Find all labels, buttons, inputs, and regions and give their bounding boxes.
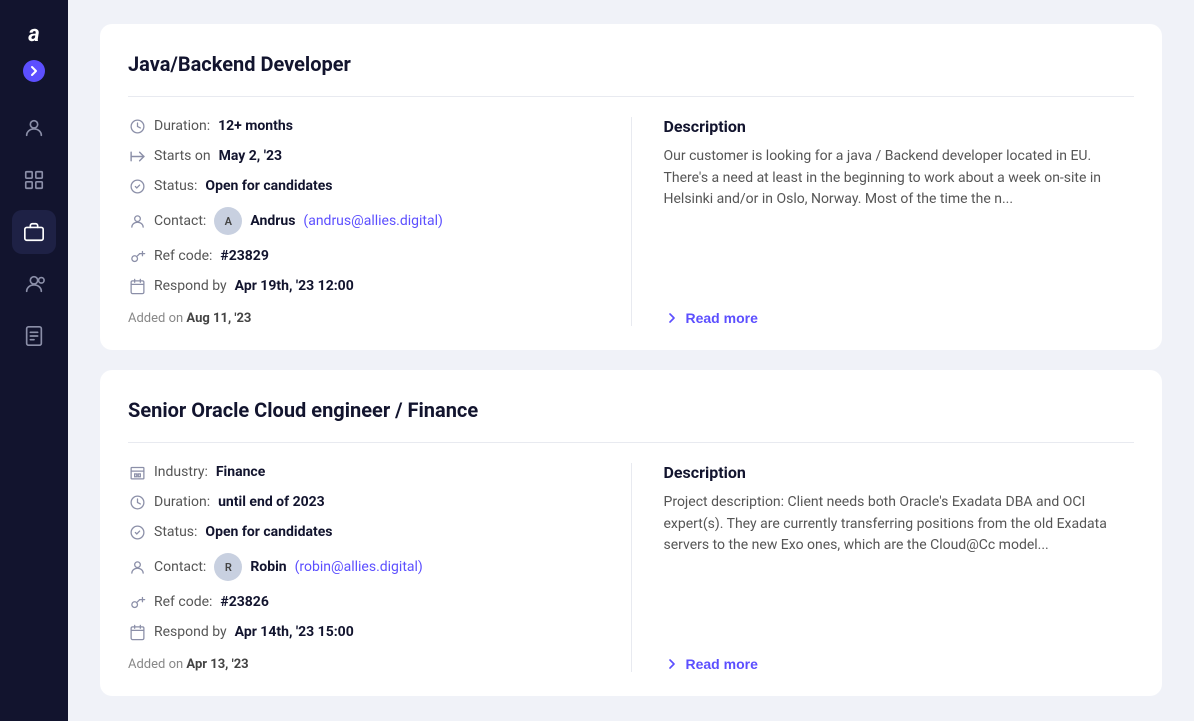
desc-title-2: Description [664,463,1135,482]
field-duration-1: Duration: 12+ months [128,117,599,135]
key-icon-2 [128,593,146,611]
person-icon [128,212,146,230]
calendar-icon-2 [128,623,146,641]
arrow-right-icon [128,147,146,165]
building-icon [128,463,146,481]
desc-title-1: Description [664,117,1135,136]
sidebar-toggle-button[interactable] [23,60,45,82]
field-refcode-1: Ref code: #23829 [128,247,599,265]
field-contact-2: Contact: R Robin (robin@allies.digital) [128,553,599,581]
sidebar-item-documents[interactable] [12,314,56,358]
main-content: Java/Backend Developer Duration: 12+ mon… [68,0,1194,721]
clock-icon [128,117,146,135]
field-refcode-2: Ref code: #23826 [128,593,599,611]
logo-letter: a [28,22,39,47]
sidebar: a [0,0,68,721]
sidebar-item-dashboard[interactable] [12,158,56,202]
read-more-button-2[interactable]: Read more [664,656,758,672]
clock-icon-2 [128,493,146,511]
job-title-1: Java/Backend Developer [128,52,1134,76]
sidebar-nav [0,106,68,358]
desc-text-2: Project description: Client needs both O… [664,492,1135,636]
sidebar-item-candidates[interactable] [12,262,56,306]
field-contact-1: Contact: A Andrus (andrus@allies.digital… [128,207,599,235]
key-icon [128,247,146,265]
field-respond-2: Respond by Apr 14th, '23 15:00 [128,623,599,641]
card-body-1: Duration: 12+ months Starts on May 2, '2… [128,117,1134,326]
field-industry-2: Industry: Finance [128,463,599,481]
card-left-2: Industry: Finance Duration: until end of… [128,463,599,672]
field-starts-1: Starts on May 2, '23 [128,147,599,165]
field-status-2: Status: Open for candidates [128,523,599,541]
field-added-2: Added on Apr 13, '23 [128,657,599,672]
person-icon-2 [128,558,146,576]
field-status-1: Status: Open for candidates [128,177,599,195]
sidebar-item-jobs[interactable] [12,210,56,254]
sidebar-item-people[interactable] [12,106,56,150]
contact-avatar-2: R [214,553,242,581]
field-added-1: Added on Aug 11, '23 [128,311,599,326]
status-icon [128,177,146,195]
card-body-2: Industry: Finance Duration: until end of… [128,463,1134,672]
card-right-1: Description Our customer is looking for … [631,117,1135,326]
field-respond-1: Respond by Apr 19th, '23 12:00 [128,277,599,295]
status-icon-2 [128,523,146,541]
app-logo: a [16,16,52,52]
calendar-icon [128,277,146,295]
read-more-button-1[interactable]: Read more [664,310,758,326]
job-card-1: Java/Backend Developer Duration: 12+ mon… [100,24,1162,350]
job-card-2: Senior Oracle Cloud engineer / Finance I… [100,370,1162,696]
field-duration-2: Duration: until end of 2023 [128,493,599,511]
card-divider-1 [128,96,1134,97]
card-left-1: Duration: 12+ months Starts on May 2, '2… [128,117,599,326]
job-title-2: Senior Oracle Cloud engineer / Finance [128,398,1134,422]
card-right-2: Description Project description: Client … [631,463,1135,672]
contact-avatar-1: A [214,207,242,235]
desc-text-1: Our customer is looking for a java / Bac… [664,146,1135,290]
card-divider-2 [128,442,1134,443]
